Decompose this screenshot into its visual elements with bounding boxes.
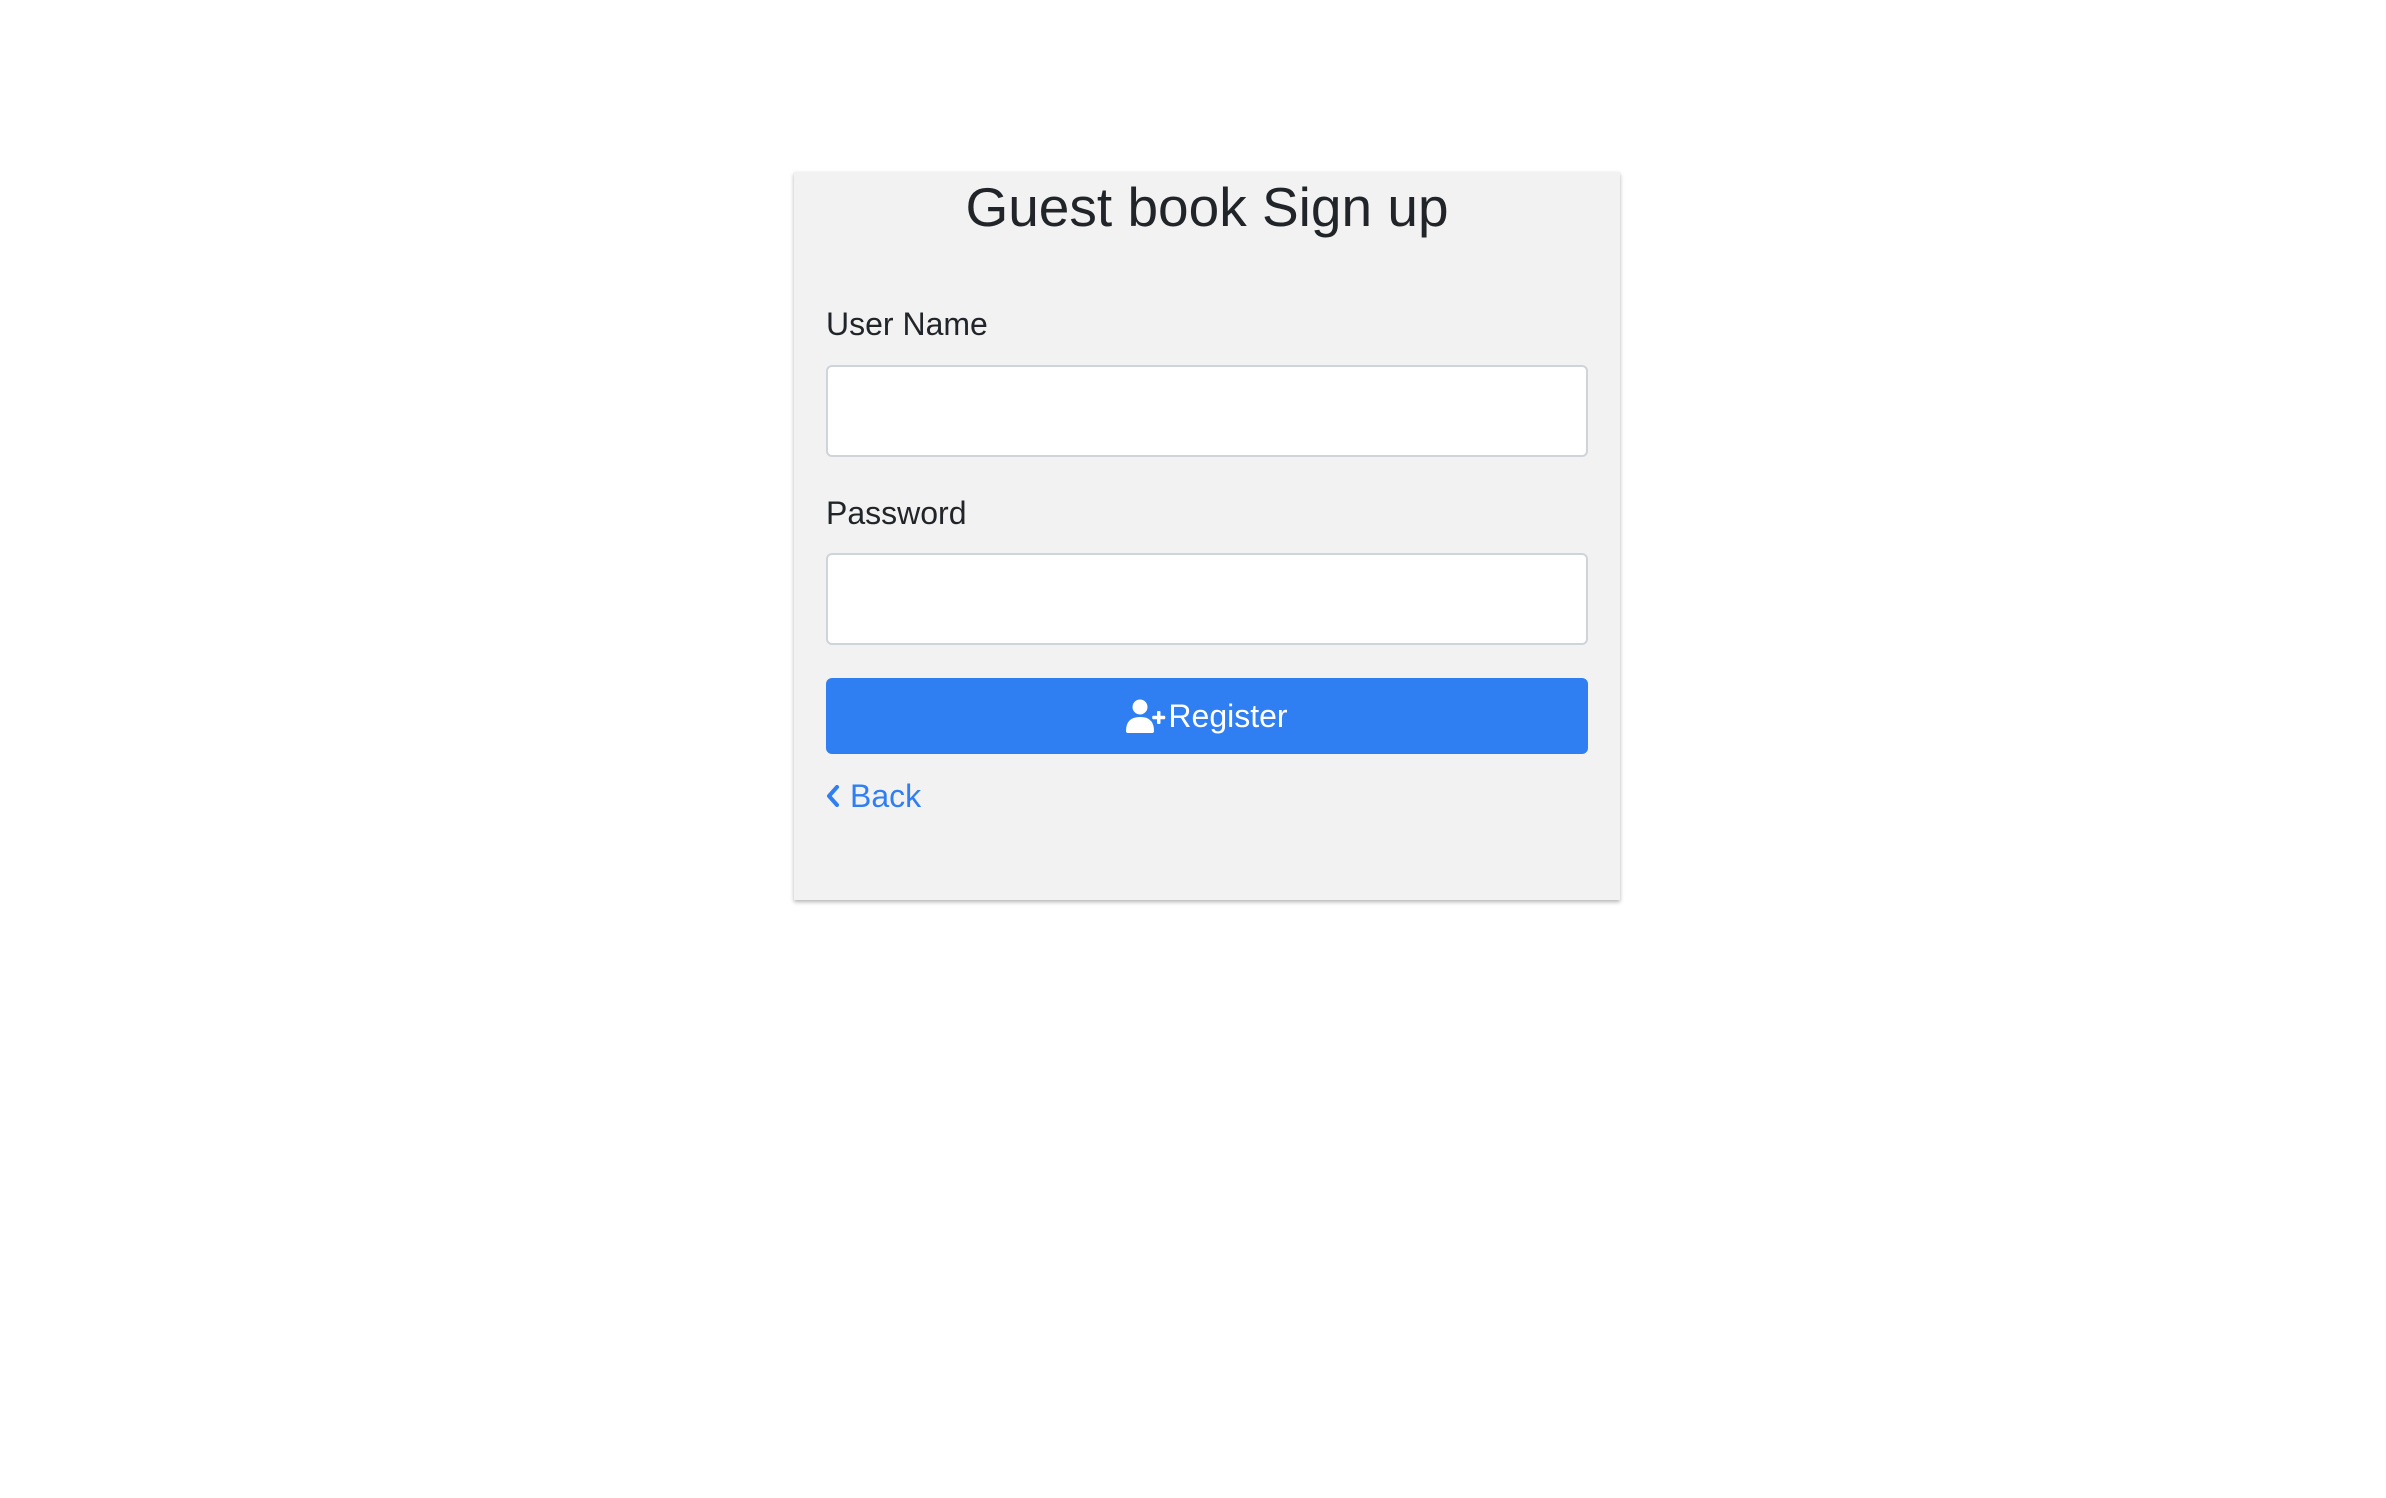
user-plus-icon: [1126, 698, 1166, 734]
page-title: Guest book Sign up: [965, 176, 1449, 238]
chevron-left-icon: [826, 785, 840, 807]
password-label: Password: [826, 495, 967, 531]
signup-card: Guest book Sign up User Name Password Re…: [794, 172, 1620, 900]
password-input[interactable]: [826, 553, 1588, 645]
username-input[interactable]: [826, 365, 1588, 457]
back-link[interactable]: Back: [826, 776, 921, 816]
register-button-label: Register: [1168, 697, 1288, 734]
register-button[interactable]: Register: [826, 678, 1588, 754]
back-link-label: Back: [850, 778, 922, 814]
username-label: User Name: [826, 306, 988, 342]
